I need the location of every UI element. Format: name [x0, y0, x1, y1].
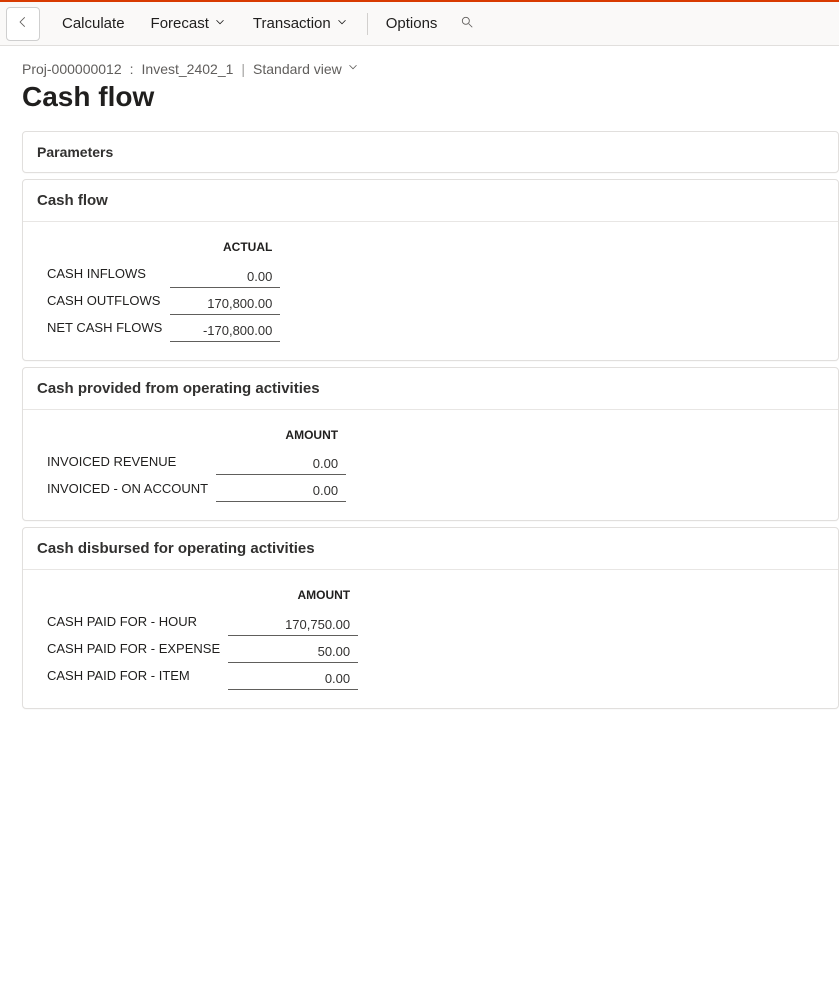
operating-inflows-panel: Cash provided from operating activities … [22, 367, 839, 522]
parameters-panel[interactable]: Parameters [22, 131, 839, 173]
arrow-left-icon [16, 15, 30, 32]
row-label: Invoiced revenue [39, 448, 216, 475]
operating-outflows-table: Amount Cash paid for - hour 170,750.00 C… [39, 584, 358, 690]
operating-inflows-table: Amount Invoiced revenue 0.00 Invoiced - … [39, 424, 346, 503]
operating-outflows-col-header: Amount [228, 584, 358, 608]
breadcrumb: Proj-000000012 : Invest_2402_1 | Standar… [22, 60, 839, 77]
table-row: Invoiced - on account 0.00 [39, 475, 346, 502]
row-label: Cash outflows [39, 287, 170, 314]
chevron-down-icon [335, 15, 349, 33]
chevron-down-icon [213, 15, 227, 33]
view-dropdown[interactable]: Standard view [253, 60, 360, 77]
options-label: Options [386, 15, 438, 32]
options-button[interactable]: Options [374, 9, 450, 38]
row-label: Cash inflows [39, 260, 170, 287]
operating-outflows-panel: Cash disbursed for operating activities … [22, 527, 839, 709]
cash-flow-panel-header[interactable]: Cash flow [23, 180, 838, 222]
back-button[interactable] [6, 7, 40, 41]
table-row: Cash inflows 0.00 [39, 260, 280, 287]
row-value[interactable]: -170,800.00 [170, 314, 280, 341]
row-value[interactable]: 50.00 [228, 635, 358, 662]
chevron-down-icon [346, 60, 360, 77]
toolbar: Calculate Forecast Transaction Options [0, 2, 839, 46]
breadcrumb-separator: | [241, 61, 245, 77]
table-row: Net cash flows -170,800.00 [39, 314, 280, 341]
table-row: Invoiced revenue 0.00 [39, 448, 346, 475]
search-button[interactable] [451, 8, 483, 40]
row-label: Invoiced - on account [39, 475, 216, 502]
row-label: Net cash flows [39, 314, 170, 341]
operating-inflows-panel-header[interactable]: Cash provided from operating activities [23, 368, 838, 410]
row-value[interactable]: 170,750.00 [228, 608, 358, 635]
breadcrumb-project-name: Invest_2402_1 [142, 61, 234, 77]
cash-flow-table: Actual Cash inflows 0.00 Cash outflows 1… [39, 236, 280, 342]
calculate-button[interactable]: Calculate [50, 9, 137, 38]
table-row: Cash paid for - hour 170,750.00 [39, 608, 358, 635]
row-value[interactable]: 0.00 [216, 448, 346, 475]
calculate-label: Calculate [62, 15, 125, 32]
row-label: Cash paid for - item [39, 662, 228, 689]
row-value[interactable]: 0.00 [170, 260, 280, 287]
toolbar-divider [367, 13, 368, 35]
operating-outflows-panel-header[interactable]: Cash disbursed for operating activities [23, 528, 838, 570]
search-icon [460, 15, 474, 32]
transaction-label: Transaction [253, 15, 331, 32]
breadcrumb-colon: : [130, 61, 134, 77]
row-label: Cash paid for - hour [39, 608, 228, 635]
breadcrumb-project-id: Proj-000000012 [22, 61, 122, 77]
forecast-dropdown[interactable]: Forecast [139, 9, 239, 39]
view-dropdown-label: Standard view [253, 61, 342, 77]
row-value[interactable]: 170,800.00 [170, 287, 280, 314]
forecast-label: Forecast [151, 15, 209, 32]
operating-inflows-col-header: Amount [216, 424, 346, 448]
cash-flow-col-header: Actual [170, 236, 280, 260]
row-value[interactable]: 0.00 [216, 475, 346, 502]
row-label: Cash paid for - expense [39, 635, 228, 662]
page-title: Cash flow [22, 81, 839, 113]
table-row: Cash paid for - expense 50.00 [39, 635, 358, 662]
cash-flow-panel: Cash flow Actual Cash inflows 0.00 Cash … [22, 179, 839, 361]
table-row: Cash paid for - item 0.00 [39, 662, 358, 689]
content-area: Proj-000000012 : Invest_2402_1 | Standar… [0, 46, 839, 739]
transaction-dropdown[interactable]: Transaction [241, 9, 361, 39]
row-value[interactable]: 0.00 [228, 662, 358, 689]
table-row: Cash outflows 170,800.00 [39, 287, 280, 314]
parameters-panel-title: Parameters [37, 144, 113, 160]
